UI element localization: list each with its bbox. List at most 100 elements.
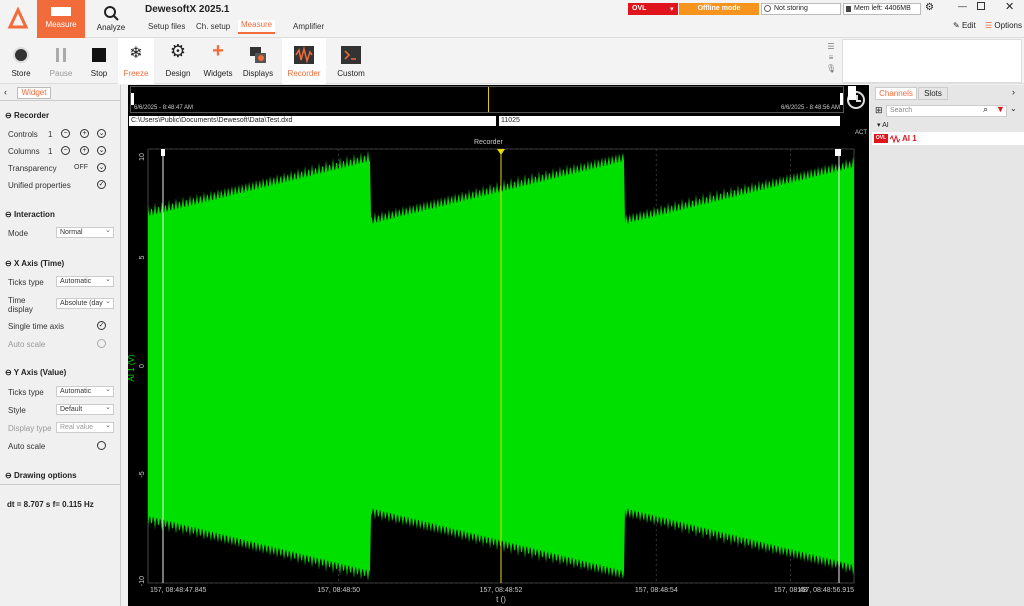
notes-area[interactable] <box>842 39 1022 83</box>
controls-dropdown-button[interactable]: ⌄ <box>97 129 106 138</box>
mode-analyze[interactable]: Analyze <box>88 0 134 38</box>
interaction-section-label: Interaction <box>13 210 55 219</box>
x-tick-label: 157, 08:48:50 <box>317 587 360 594</box>
collapse-icon: ⊖ <box>5 111 12 120</box>
y-axis-section-header[interactable]: ⊖ Y Axis (Value) <box>5 368 66 377</box>
overview-right-marker[interactable] <box>848 86 856 100</box>
tree-view-icon[interactable]: ⊞ <box>875 105 883 116</box>
expand-icon: ▾ <box>877 122 881 129</box>
minimize-icon[interactable]: — <box>958 1 967 11</box>
y-axis-ticks: 10 5 0 -5 -10 <box>139 153 146 586</box>
y-tick-label: 0 <box>139 364 146 368</box>
search-icon[interactable]: ⌕ <box>983 104 988 115</box>
tab-ch-setup[interactable]: Ch. setup <box>196 22 230 31</box>
recorder-chart[interactable]: 10 5 0 -5 -10 157, 08:48:47.845 157, 08:48:50… <box>128 128 869 606</box>
options-button[interactable]: ☰ Options <box>985 21 1022 30</box>
freeze-label: Freeze <box>123 69 149 78</box>
app-title: DewesoftX 2025.1 <box>145 4 230 15</box>
left-marker-handle[interactable] <box>161 149 165 156</box>
transparency-dropdown-button[interactable]: ⌄ <box>97 163 106 172</box>
tab-amplifier[interactable]: Amplifier <box>293 22 324 31</box>
waveform-icon <box>890 135 900 143</box>
overview-bar[interactable]: 6/6/2025 - 8:48:47 AM 6/6/2025 - 8:48:56… <box>130 86 844 113</box>
columns-dropdown-button[interactable]: ⌄ <box>97 146 106 155</box>
tab-setup-files[interactable]: Setup files <box>148 22 185 31</box>
controls-label: Controls <box>8 130 38 139</box>
snowflake-icon: ❄ <box>129 45 143 62</box>
memory-status: Mem left: 4406MB <box>843 3 921 15</box>
offline-mode-badge: Offline mode <box>679 3 759 15</box>
overview-left-handle[interactable] <box>131 93 134 105</box>
panel-collapse-icon[interactable]: › <box>1012 87 1015 97</box>
widget-tab[interactable]: Widget <box>17 87 51 99</box>
gear-icon[interactable]: ⚙ <box>925 2 934 13</box>
widgets-button[interactable]: + Widgets <box>200 38 236 84</box>
mode-measure[interactable]: Measure <box>37 0 85 38</box>
hamburger-icon: ☰ <box>985 21 993 30</box>
edit-label: Edit <box>961 21 976 30</box>
y-tick-label: -5 <box>139 471 146 477</box>
y-auto-scale-radio[interactable] <box>97 441 106 450</box>
collapse-panel-icon[interactable]: ‹ <box>4 87 7 97</box>
widgets-label: Widgets <box>203 69 233 78</box>
displays-button[interactable]: Displays <box>240 38 276 84</box>
style-select[interactable]: Default <box>56 403 114 415</box>
options-label: Options <box>994 21 1022 30</box>
collapse-icon: ⊖ <box>5 368 12 377</box>
magnifier-icon <box>104 6 119 21</box>
controls-plus-button[interactable]: + <box>80 129 89 138</box>
overview-cursor[interactable] <box>488 87 489 112</box>
sample-count-field: 11025 <box>499 116 840 126</box>
columns-plus-button[interactable]: + <box>80 146 89 155</box>
ai-group-header[interactable]: ▾ AI <box>877 121 889 129</box>
single-time-axis-checkbox[interactable]: ✓ <box>97 321 106 330</box>
design-button[interactable]: ⚙ Design <box>160 38 196 84</box>
custom-button[interactable]: Custom <box>330 38 372 84</box>
design-label: Design <box>165 69 191 78</box>
overview-end-time: 6/6/2025 - 8:48:56 AM <box>780 105 840 111</box>
recorder-icon <box>294 46 314 64</box>
x-axis-section-header[interactable]: ⊖ X Axis (Time) <box>5 259 64 268</box>
y-ticks-type-select[interactable]: Automatic <box>56 385 114 397</box>
close-icon[interactable]: ✕ <box>1005 0 1014 13</box>
divider <box>0 100 121 101</box>
overview-right-handle[interactable] <box>840 93 843 105</box>
notes-tools[interactable]: ☰ ≡ 🎙 <box>826 41 836 74</box>
collapse-icon: ⊖ <box>5 259 12 268</box>
mode-select[interactable]: Normal <box>56 226 114 238</box>
tab-slots[interactable]: Slots <box>918 87 948 100</box>
recorder-label: Recorder <box>287 69 321 78</box>
y-tick-label: 10 <box>139 153 146 161</box>
filter-icon[interactable]: ▼ <box>996 104 1005 114</box>
x-auto-scale-label: Auto scale <box>8 340 46 349</box>
interaction-section-header[interactable]: ⊖ Interaction <box>5 210 55 219</box>
tab-measure[interactable]: Measure <box>238 20 276 34</box>
terminal-icon <box>341 46 361 64</box>
transparency-value: OFF <box>74 164 88 171</box>
pause-button[interactable]: Pause <box>44 38 78 84</box>
columns-label: Columns <box>8 147 40 156</box>
filter-dropdown-icon[interactable]: ⌄ <box>1010 104 1017 113</box>
x-ticks-type-select[interactable]: Automatic <box>56 275 114 287</box>
controls-minus-button[interactable]: − <box>61 129 70 138</box>
ovl-dropdown-icon: ▾ <box>670 6 674 13</box>
time-display-select[interactable]: Absolute (day <box>56 297 114 309</box>
columns-minus-button[interactable]: − <box>61 146 70 155</box>
maximize-icon[interactable] <box>977 2 985 10</box>
x-auto-scale-radio[interactable] <box>97 339 106 348</box>
stop-button[interactable]: Stop <box>82 38 116 84</box>
recorder-button[interactable]: Recorder <box>282 38 326 84</box>
unified-properties-checkbox[interactable]: ✓ <box>97 180 106 189</box>
display-type-select[interactable]: Real value <box>56 421 114 433</box>
recorder-section-header[interactable]: ⊖ Recorder <box>5 111 49 120</box>
plus-icon: + <box>212 40 224 62</box>
right-marker-handle[interactable] <box>835 149 841 156</box>
edit-button[interactable]: ✎ Edit <box>953 21 976 30</box>
store-button[interactable]: Store <box>4 38 38 84</box>
drawing-options-section-header[interactable]: ⊖ Drawing options <box>5 471 77 480</box>
mode-measure-label: Measure <box>45 20 77 29</box>
channel-row-ai1[interactable]: OVL AI 1 <box>872 132 1024 145</box>
freeze-button[interactable]: ❄ Freeze <box>118 38 154 84</box>
tab-channels[interactable]: Channels <box>875 87 917 100</box>
channel-search-input[interactable]: Search <box>886 105 1007 117</box>
